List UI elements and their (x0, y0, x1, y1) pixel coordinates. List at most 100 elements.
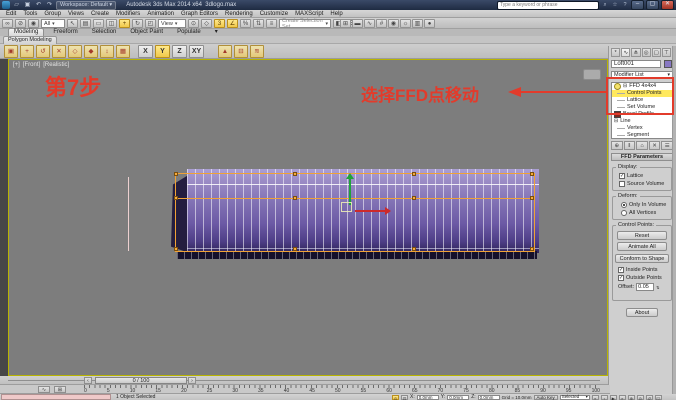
mini-curve-editor-icon[interactable]: ∿ (38, 386, 50, 393)
community-icon[interactable]: ☆ (611, 1, 619, 9)
y-coord-field[interactable]: 0.0mm (447, 395, 469, 400)
menu-animation[interactable]: Animation (147, 11, 174, 17)
menu-tools[interactable]: Tools (23, 11, 37, 17)
stack-item-line[interactable]: ⊟Line (612, 118, 672, 125)
material-editor-icon[interactable]: ◉ (388, 19, 399, 28)
ffd-control-point[interactable] (530, 196, 534, 200)
reference-coordinate-dropdown[interactable]: View▾ (158, 19, 186, 28)
constrain-z-button[interactable]: Z (172, 45, 187, 58)
ribbon-tab-object-paint[interactable]: Object Paint (125, 29, 168, 36)
redo-icon[interactable]: ↷ (45, 1, 54, 9)
menu-customize[interactable]: Customize (260, 11, 288, 17)
window-crossing-icon[interactable]: ◫ (106, 19, 117, 28)
layer-manager-icon[interactable]: ⊞ (340, 19, 351, 28)
render-production-icon[interactable]: ● (424, 19, 435, 28)
go-to-end-icon[interactable]: » (619, 395, 626, 400)
loft-profile-spline[interactable] (128, 177, 129, 251)
menu-create[interactable]: Create (91, 11, 109, 17)
show-end-result-icon[interactable]: ‖ (624, 141, 636, 150)
menu-graph-editors[interactable]: Graph Editors (181, 11, 218, 17)
viewport-front[interactable]: [+] [Front] [Realistic] 第7步 选择FFD点移动 (8, 59, 608, 376)
rollout-header-ffd-parameters[interactable]: FFD Parameters (611, 153, 673, 161)
menu-edit[interactable]: Edit (6, 11, 16, 17)
tweak-tool-icon[interactable]: ≋ (250, 45, 264, 58)
gizmo-center-handle[interactable] (341, 202, 352, 212)
close-button[interactable]: ✕ (661, 0, 674, 10)
percent-snap-icon[interactable]: % (240, 19, 251, 28)
hierarchy-tab-icon[interactable]: ⋔ (631, 48, 640, 57)
select-and-rotate-icon[interactable]: ↻ (132, 19, 143, 28)
menu-views[interactable]: Views (68, 11, 84, 17)
track-bar[interactable]: ∿ ⊞ 05 1015 2025 3035 4045 5055 6065 707… (0, 385, 610, 394)
viewport-menu-plus[interactable]: [+] (13, 62, 20, 68)
outside-points-checkbox[interactable]: ✓Outside Points (618, 274, 671, 282)
ribbon-tab-selection[interactable]: Selection (87, 29, 122, 36)
object-color-swatch[interactable] (664, 60, 672, 68)
named-selection-set-dropdown[interactable]: Create Selection Set▾ (279, 19, 331, 28)
vertex-mode-icon[interactable]: ▣ (4, 45, 18, 58)
rendered-frame-window-icon[interactable]: ▥ (412, 19, 423, 28)
display-tab-icon[interactable]: ▢ (652, 48, 661, 57)
viewcube[interactable] (583, 69, 601, 80)
selection-lock-icon[interactable]: ⊙ (392, 395, 399, 400)
ffd-control-point[interactable] (412, 172, 416, 176)
loop-selection-icon[interactable]: ▦ (116, 45, 130, 58)
animate-all-button[interactable]: Animate All (617, 242, 667, 251)
unlink-selection-icon[interactable]: ⊘ (15, 19, 26, 28)
select-and-move-icon[interactable]: + (119, 19, 130, 28)
only-in-volume-radio[interactable]: Only In Volume (621, 201, 671, 209)
schematic-view-icon[interactable]: # (376, 19, 387, 28)
ffd-control-point[interactable] (174, 247, 178, 251)
offset-spinner[interactable]: 0.05 (636, 283, 654, 291)
next-frame-icon[interactable]: › (188, 377, 196, 384)
spinner-snap-icon[interactable]: ⇅ (253, 19, 264, 28)
remove-modifier-icon[interactable]: ✕ (649, 141, 661, 150)
curve-editor-icon[interactable]: ∿ (364, 19, 375, 28)
angle-snap-icon[interactable]: ∠ (227, 19, 238, 28)
about-button[interactable]: About (626, 308, 658, 317)
ffd-control-point[interactable] (174, 196, 178, 200)
object-name-field[interactable]: Loft001 (611, 60, 661, 68)
ffd-control-point[interactable] (412, 196, 416, 200)
constrain-xy-button[interactable]: XY (189, 45, 204, 58)
bind-to-space-warp-icon[interactable]: ◉ (28, 19, 39, 28)
shrink-selection-icon[interactable]: ◆ (84, 45, 98, 58)
loft-object[interactable] (171, 169, 539, 259)
orbit-viewport-icon[interactable]: ↺ (646, 395, 653, 400)
previous-key-icon[interactable]: ‹ (601, 395, 608, 400)
ribbon-tab-modeling[interactable]: Modeling (8, 28, 44, 36)
maxscript-mini-listener[interactable] (1, 394, 111, 400)
source-volume-checkbox[interactable]: Source Volume (619, 180, 671, 188)
conform-to-shape-button[interactable]: Conform to Shape (615, 254, 669, 263)
menu-help[interactable]: Help (330, 11, 342, 17)
gizmo-x-axis[interactable] (355, 210, 385, 212)
undo-icon[interactable]: ↶ (34, 1, 43, 9)
pin-stack-icon[interactable]: ⊕ (611, 141, 623, 150)
help-icon[interactable]: ? (621, 1, 629, 9)
rectangular-selection-icon[interactable]: ▭ (93, 19, 104, 28)
app-logo-icon[interactable] (2, 1, 10, 9)
viewport-menu-view[interactable]: [Front] (23, 62, 40, 68)
motion-tab-icon[interactable]: ◎ (642, 48, 651, 57)
constrain-y-button[interactable]: Y (155, 45, 170, 58)
maximize-button[interactable]: ▢ (646, 0, 659, 10)
key-filter-dropdown[interactable]: Selected▾ (560, 395, 590, 400)
ffd-control-point[interactable] (530, 172, 534, 176)
stack-item-segment[interactable]: Segment (612, 132, 672, 139)
make-unique-icon[interactable]: ⌂ (636, 141, 648, 150)
render-setup-icon[interactable]: ☼ (400, 19, 411, 28)
grow-selection-icon[interactable]: ↕ (100, 45, 114, 58)
stack-item-vertex[interactable]: Vertex (612, 125, 672, 132)
auto-key-button[interactable]: Auto Key (534, 395, 558, 400)
previous-frame-icon[interactable]: ‹ (84, 377, 92, 384)
ribbon-tab-freeform[interactable]: Freeform (48, 29, 82, 36)
ffd-control-point[interactable] (293, 172, 297, 176)
collapse-tool-icon[interactable]: ⊟ (234, 45, 248, 58)
zoom-viewport-icon[interactable]: ⊕ (628, 395, 635, 400)
select-by-name-icon[interactable]: ▤ (80, 19, 91, 28)
ffd-lattice[interactable] (175, 173, 535, 252)
save-file-icon[interactable]: ▣ (23, 1, 32, 9)
modify-tab-icon[interactable]: ∿ (621, 48, 630, 57)
ribbon-tab-populate[interactable]: Populate (172, 29, 206, 36)
ffd-control-point[interactable] (293, 247, 297, 251)
